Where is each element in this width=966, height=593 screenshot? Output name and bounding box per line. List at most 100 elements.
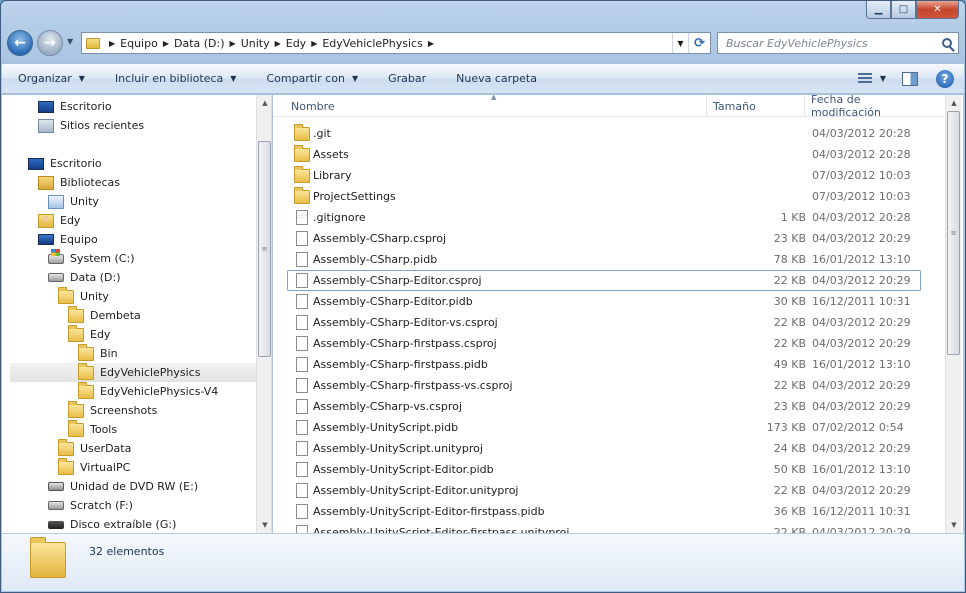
address-history-dropdown[interactable]: ▼ bbox=[672, 33, 688, 53]
tree-item[interactable]: Edy bbox=[68, 324, 110, 344]
column-date[interactable]: Fecha de modificación bbox=[805, 95, 925, 119]
file-name: Assembly-UnityScript.unityproj bbox=[313, 442, 483, 455]
file-row[interactable]: .gitignore 1 KB 04/03/2012 20:28 bbox=[287, 207, 921, 228]
file-row[interactable]: Assembly-UnityScript-Editor.pidb 50 KB 16/… bbox=[287, 459, 921, 480]
new-folder-button[interactable]: Nueva carpeta bbox=[456, 72, 537, 85]
tree-item[interactable]: Bibliotecas bbox=[38, 173, 120, 192]
address-bar[interactable]: ▶ Equipo ▶ Data (D:) ▶ Unity ▶ Edy ▶ Edy… bbox=[81, 32, 711, 54]
navigation-scrollbar[interactable]: ▲ ≡ ▼ bbox=[256, 95, 271, 533]
maximize-button[interactable]: □ bbox=[891, 1, 916, 19]
tree-item[interactable]: Scratch (F:) bbox=[48, 496, 133, 515]
breadcrumb-chevron-icon[interactable]: ▶ bbox=[109, 39, 115, 48]
file-row[interactable]: ProjectSettings 07/03/2012 10:03 bbox=[287, 186, 921, 207]
file-row[interactable]: Assembly-UnityScript.unityproj 24 KB 04/03… bbox=[287, 438, 921, 459]
file-row[interactable]: Assembly-UnityScript.pidb 173 KB 07/02/201… bbox=[287, 417, 921, 438]
folder-icon bbox=[78, 362, 94, 380]
scroll-down-icon[interactable]: ▼ bbox=[257, 517, 271, 533]
folder-icon bbox=[58, 438, 74, 456]
scroll-thumb[interactable]: ≡ bbox=[947, 111, 960, 355]
file-row[interactable]: Assembly-CSharp-Editor-vs.csproj 22 KB 04/… bbox=[287, 312, 921, 333]
tree-item[interactable]: Escritorio bbox=[38, 97, 112, 116]
file-icon bbox=[296, 357, 308, 372]
tree-item[interactable]: Sitios recientes bbox=[38, 116, 144, 135]
file-row[interactable]: Assembly-CSharp.csproj 23 KB 04/03/2012 20… bbox=[287, 228, 921, 249]
tree-item[interactable]: Disco extraíble (G:) bbox=[48, 515, 176, 533]
monitor-icon bbox=[38, 100, 54, 113]
tree-item[interactable]: Tools bbox=[68, 419, 117, 439]
file-date: 04/03/2012 20:29 bbox=[812, 232, 911, 245]
folder-icon bbox=[58, 457, 74, 475]
close-button[interactable]: ✕ bbox=[916, 1, 959, 19]
organize-button[interactable]: Organizar ▼ bbox=[18, 72, 85, 85]
burn-button[interactable]: Grabar bbox=[388, 72, 426, 85]
file-row[interactable]: .git 04/03/2012 20:28 bbox=[287, 123, 921, 144]
breadcrumb-chevron-icon[interactable]: ▶ bbox=[428, 39, 434, 48]
tree-item[interactable]: Dembeta bbox=[68, 305, 141, 325]
tree-item-label: EdyVehiclePhysics-V4 bbox=[100, 385, 219, 398]
tree-item[interactable]: Escritorio bbox=[28, 154, 102, 173]
file-row[interactable]: Assembly-CSharp.pidb 78 KB 16/01/2012 13:1… bbox=[287, 249, 921, 270]
dropdown-arrow-icon: ▼ bbox=[230, 74, 237, 83]
tree-item[interactable]: Unity bbox=[58, 286, 109, 306]
include-in-library-button[interactable]: Incluir en biblioteca ▼ bbox=[115, 72, 237, 85]
back-button[interactable]: ← bbox=[7, 30, 33, 56]
folder-icon bbox=[68, 400, 84, 418]
tree-item[interactable]: Edy bbox=[38, 211, 80, 230]
folder-icon bbox=[294, 123, 310, 141]
breadcrumb-chevron-icon[interactable]: ▶ bbox=[275, 39, 281, 48]
preview-pane-icon[interactable] bbox=[902, 71, 918, 86]
share-with-button[interactable]: Compartir con ▼ bbox=[266, 72, 358, 85]
refresh-button[interactable]: ⟳ bbox=[688, 33, 710, 53]
column-size[interactable]: Tamaño bbox=[707, 95, 805, 117]
file-name: Library bbox=[313, 169, 352, 182]
back-arrow-icon: ← bbox=[14, 35, 26, 51]
file-row[interactable]: Assembly-UnityScript-Editor-firstpass.pi… bbox=[287, 501, 921, 522]
tree-item[interactable]: EdyVehiclePhysics bbox=[10, 362, 256, 382]
tree-item[interactable]: Unity bbox=[48, 192, 99, 211]
search-box[interactable]: Buscar EdyVehiclePhysics bbox=[717, 32, 959, 54]
file-row[interactable]: Assets 04/03/2012 20:28 bbox=[287, 144, 921, 165]
file-row[interactable]: Assembly-CSharp-vs.csproj 23 KB 04/03/2012… bbox=[287, 396, 921, 417]
tree-item[interactable]: System (C:) bbox=[48, 248, 135, 268]
file-row[interactable]: Assembly-UnityScript-Editor.unityproj 22 … bbox=[287, 480, 921, 501]
scroll-thumb[interactable]: ≡ bbox=[258, 141, 271, 357]
forward-button[interactable]: → bbox=[37, 30, 63, 56]
view-list-icon[interactable] bbox=[857, 73, 872, 84]
breadcrumb-edyvehiclephysics[interactable]: EdyVehiclePhysics bbox=[322, 37, 422, 50]
tree-item[interactable]: Equipo bbox=[38, 230, 98, 249]
tree-item[interactable]: Screenshots bbox=[68, 400, 157, 420]
breadcrumb-chevron-icon[interactable]: ▶ bbox=[311, 39, 317, 48]
file-row[interactable]: Library 07/03/2012 10:03 bbox=[287, 165, 921, 186]
scroll-up-icon[interactable]: ▲ bbox=[257, 95, 271, 111]
file-name: Assembly-UnityScript-Editor.pidb bbox=[313, 463, 494, 476]
scroll-up-icon[interactable]: ▲ bbox=[946, 95, 962, 111]
file-size: 22 KB bbox=[773, 379, 806, 392]
breadcrumb-data-d[interactable]: Data (D:) bbox=[174, 37, 225, 50]
file-icon bbox=[296, 294, 308, 309]
recent-pages-dropdown[interactable]: ▼ bbox=[67, 37, 73, 46]
file-row[interactable]: Assembly-CSharp-firstpass-vs.csproj 22 KB… bbox=[287, 375, 921, 396]
tree-item[interactable]: Data (D:) bbox=[48, 268, 121, 287]
search-icon[interactable] bbox=[942, 38, 952, 48]
tree-item[interactable]: UserData bbox=[58, 438, 131, 458]
breadcrumb-chevron-icon[interactable]: ▶ bbox=[163, 39, 169, 48]
tree-item[interactable]: Unidad de DVD RW (E:) bbox=[48, 477, 198, 496]
file-list-scrollbar[interactable]: ▲ ≡ ▼ bbox=[945, 95, 961, 533]
search-input[interactable]: Buscar EdyVehiclePhysics bbox=[726, 37, 868, 50]
tree-item[interactable]: Bin bbox=[78, 343, 118, 363]
breadcrumb-edy[interactable]: Edy bbox=[286, 37, 306, 50]
file-row[interactable]: Assembly-CSharp-Editor.pidb 30 KB 16/12/20… bbox=[287, 291, 921, 312]
file-row[interactable]: Assembly-CSharp-Editor.csproj 22 KB 04/03/… bbox=[287, 270, 921, 291]
breadcrumb-chevron-icon[interactable]: ▶ bbox=[230, 39, 236, 48]
minimize-button[interactable]: ▁ bbox=[866, 1, 891, 19]
breadcrumb-equipo[interactable]: Equipo bbox=[120, 37, 158, 50]
view-dropdown-icon[interactable]: ▼ bbox=[880, 74, 886, 83]
file-row[interactable]: Assembly-CSharp-firstpass.csproj 22 KB 04/… bbox=[287, 333, 921, 354]
breadcrumb-unity[interactable]: Unity bbox=[241, 37, 270, 50]
file-row[interactable]: Assembly-UnityScript-Editor-firstpass.un… bbox=[287, 522, 921, 533]
file-row[interactable]: Assembly-CSharp-firstpass.pidb 49 KB 16/01… bbox=[287, 354, 921, 375]
scroll-down-icon[interactable]: ▼ bbox=[946, 517, 962, 533]
help-icon[interactable]: ? bbox=[936, 69, 954, 88]
tree-item[interactable]: EdyVehiclePhysics-V4 bbox=[78, 381, 219, 401]
tree-item[interactable]: VirtualPC bbox=[58, 457, 130, 477]
